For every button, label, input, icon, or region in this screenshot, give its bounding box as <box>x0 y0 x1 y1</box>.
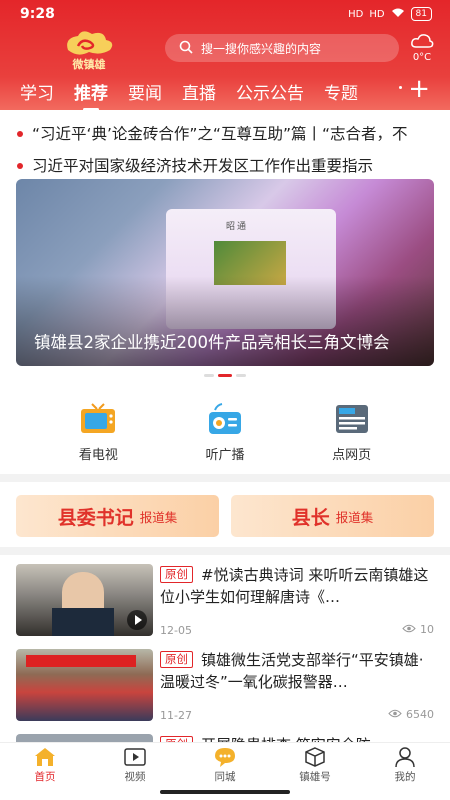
nav-label: 首页 <box>34 771 56 783</box>
tab-recommend[interactable]: 推荐 <box>74 79 108 104</box>
tab-live[interactable]: 直播 <box>182 79 216 104</box>
view-count: 6540 <box>406 708 434 721</box>
section-divider <box>0 474 450 482</box>
tab-topics[interactable]: 专题 <box>324 79 358 104</box>
chat-icon <box>213 746 237 768</box>
quick-entry-label: 听广播 <box>205 448 245 463</box>
quick-entry-radio[interactable]: 听广播 <box>185 398 265 468</box>
banner-brand: 昭通 <box>226 222 249 232</box>
tv-icon <box>78 402 118 436</box>
app-header: 9:28 HD HD 81 微镇雄 搜一搜你感兴趣的内容 0°C 学习 推荐 要… <box>0 0 450 110</box>
eye-icon <box>388 708 402 721</box>
tab-study[interactable]: 学习 <box>20 79 54 104</box>
nav-home[interactable]: 首页 <box>0 743 90 786</box>
nav-label: 我的 <box>394 771 416 783</box>
search-placeholder: 搜一搜你感兴趣的内容 <box>201 41 322 56</box>
nav-mine[interactable]: 我的 <box>360 743 450 786</box>
bottom-nav: 首页 视频 同城 镇雄号 我的 <box>0 742 450 786</box>
quick-entry-tv[interactable]: 看电视 <box>58 398 138 468</box>
news-title: #悦读古典诗词 来听听云南镇雄这位小学生如何理解唐诗《… <box>160 566 429 606</box>
report-county-head[interactable]: 县长 报道集 <box>231 495 434 537</box>
carousel-dot-active <box>218 374 232 377</box>
play-icon[interactable] <box>127 610 147 630</box>
thumb-banner <box>26 655 136 667</box>
news-item[interactable]: 原创 镇雄微生活党支部举行“平安镇雄·温暖过冬”一氧化碳报警器… 11-27 65… <box>0 649 450 735</box>
report-sub: 报道集 <box>335 509 374 525</box>
news-item[interactable]: 原创 #悦读古典诗词 来听听云南镇雄这位小学生如何理解唐诗《… 12-05 10 <box>0 564 450 650</box>
nav-local[interactable]: 同城 <box>180 743 270 786</box>
headline-item[interactable]: 习近平对国家级经济技术开发区工作作出重要指示 <box>0 150 450 182</box>
nav-label: 视频 <box>124 771 146 783</box>
nav-accounts[interactable]: 镇雄号 <box>270 743 360 786</box>
add-channel-icon[interactable]: + <box>408 74 430 104</box>
search-box[interactable]: 搜一搜你感兴趣的内容 <box>165 34 399 62</box>
report-sub: 报道集 <box>139 509 178 525</box>
logo-text: 微镇雄 <box>72 58 106 71</box>
signal-icon: HD <box>348 8 364 20</box>
tab-news[interactable]: 要闻 <box>128 79 162 104</box>
video-icon <box>123 746 147 768</box>
report-secretary[interactable]: 县委书记 报道集 <box>16 495 219 537</box>
wifi-icon <box>391 8 405 21</box>
carousel-indicator <box>0 374 450 377</box>
home-icon <box>33 746 57 768</box>
report-title: 县委书记 <box>57 506 134 529</box>
headline-list: “习近平‘典’论金砖合作”之“互尊互助”篇丨“志合者，不 习近平对国家级经济技术… <box>0 118 450 182</box>
status-bar: 9:28 HD HD 81 <box>0 0 450 30</box>
news-title-wrap: 原创 #悦读古典诗词 来听听云南镇雄这位小学生如何理解唐诗《… <box>160 564 436 608</box>
banner-caption: 镇雄县2家企业携近200件产品亮相长三角文博会 <box>34 333 390 352</box>
cube-icon <box>303 746 327 768</box>
carousel-dot <box>236 374 246 377</box>
home-indicator <box>160 790 290 794</box>
original-badge: 原创 <box>160 566 193 583</box>
news-thumbnail <box>16 564 153 636</box>
nav-label: 同城 <box>214 771 236 783</box>
radio-icon <box>205 402 245 436</box>
eye-icon <box>402 623 416 636</box>
quick-entry-label: 看电视 <box>78 448 118 463</box>
quick-entry-web[interactable]: 点网页 <box>312 398 392 468</box>
report-title: 县长 <box>291 506 330 529</box>
carousel-dot <box>204 374 214 377</box>
weather-widget[interactable]: 0°C <box>408 32 436 63</box>
news-title-wrap: 原创 镇雄微生活党支部举行“平安镇雄·温暖过冬”一氧化碳报警器… <box>160 649 436 693</box>
headline-item[interactable]: “习近平‘典’论金砖合作”之“互尊互助”篇丨“志合者，不 <box>0 118 450 150</box>
status-icons: HD HD 81 <box>348 7 432 21</box>
signal-icon-2: HD <box>369 8 385 20</box>
nav-label: 镇雄号 <box>299 771 331 783</box>
news-page-icon <box>332 402 372 436</box>
search-icon <box>179 40 193 57</box>
view-count: 10 <box>420 623 434 636</box>
news-views: 6540 <box>388 708 434 721</box>
news-date: 11-27 <box>160 709 192 722</box>
user-icon <box>393 746 417 768</box>
thumb-figure-body <box>52 608 114 636</box>
status-time: 9:28 <box>20 6 55 22</box>
section-divider <box>0 547 450 555</box>
channel-tabs: 学习 推荐 要闻 直播 公示公告 专题 <box>0 76 450 106</box>
news-title: 镇雄微生活党支部举行“平安镇雄·温暖过冬”一氧化碳报警器… <box>160 651 424 691</box>
battery-icon: 81 <box>410 7 432 21</box>
tab-notices[interactable]: 公示公告 <box>236 79 304 104</box>
news-thumbnail <box>16 649 153 721</box>
news-views: 10 <box>402 623 434 636</box>
news-date: 12-05 <box>160 624 192 637</box>
more-tabs-dot <box>399 86 402 89</box>
quick-entry-label: 点网页 <box>332 448 372 463</box>
nav-video[interactable]: 视频 <box>90 743 180 786</box>
quick-entries: 看电视 听广播 点网页 <box>0 398 450 468</box>
original-badge: 原创 <box>160 651 193 668</box>
banner-carousel[interactable]: 昭通 镇雄县2家企业携近200件产品亮相长三角文博会 <box>16 179 434 366</box>
